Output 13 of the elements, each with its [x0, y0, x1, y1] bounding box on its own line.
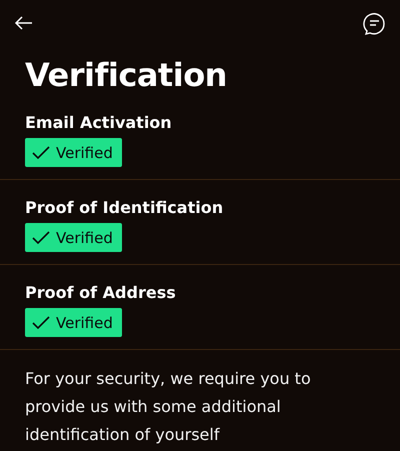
status-label: Verified	[56, 144, 113, 162]
page-title: Verification	[25, 55, 228, 95]
section-heading: Email Activation	[25, 113, 172, 133]
security-note: For your security, we require you to provide us with some additional identification of yourself	[25, 368, 312, 446]
section-heading: Proof of Address	[25, 283, 176, 303]
status-label: Verified	[56, 228, 113, 246]
back-arrow-icon[interactable]	[14, 16, 33, 30]
status-label: Verified	[56, 314, 113, 332]
check-icon	[32, 316, 50, 330]
check-icon	[32, 146, 50, 160]
section-heading: Proof of Identification	[25, 198, 224, 218]
chat-icon[interactable]	[363, 12, 386, 34]
check-icon	[32, 230, 50, 244]
